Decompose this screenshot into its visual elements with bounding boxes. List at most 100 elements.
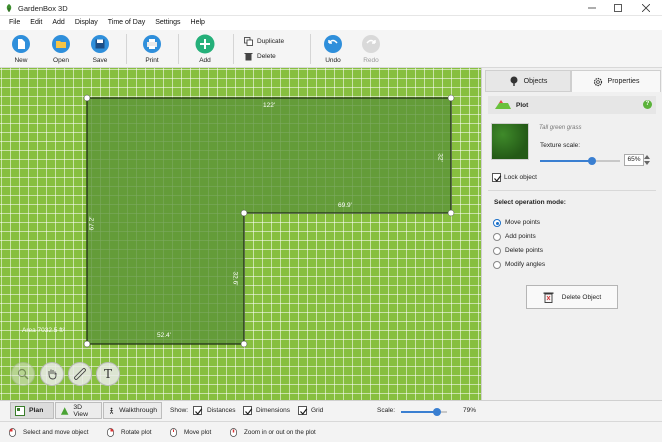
maximize-button[interactable]: [604, 0, 632, 16]
spin-up-icon[interactable]: [644, 154, 650, 159]
folder-icon: [52, 35, 70, 53]
plan-icon: [15, 405, 25, 416]
minimize-button[interactable]: [578, 0, 606, 16]
show-label: Show:: [170, 407, 189, 414]
open-button[interactable]: Open: [43, 32, 79, 66]
radio-label: Add points: [505, 233, 536, 240]
trash-icon: [244, 52, 253, 60]
distances-checkbox[interactable]: [193, 406, 203, 415]
close-icon: [642, 4, 650, 12]
menu-file[interactable]: File: [4, 16, 25, 30]
plot-shape[interactable]: [0, 68, 481, 400]
slider-thumb[interactable]: [433, 408, 442, 416]
plot-vertex-handle[interactable]: [447, 94, 455, 102]
app-logo-icon: [6, 4, 12, 12]
checkmark-icon: [195, 408, 203, 415]
close-button[interactable]: [632, 0, 660, 16]
texture-scale-slider[interactable]: [540, 157, 620, 165]
toolbar-separator: [233, 34, 234, 64]
add-icon: [195, 34, 215, 54]
window-title: GardenBox 3D: [18, 4, 68, 13]
text-tool-button[interactable]: T: [96, 362, 120, 386]
undo-button[interactable]: Undo: [315, 32, 351, 66]
menu-display[interactable]: Display: [70, 16, 103, 30]
properties-panel: Objects Properties Plot ? Tall green gra…: [481, 68, 662, 400]
ruler-tool-button[interactable]: [68, 362, 92, 386]
duplicate-button[interactable]: Duplicate: [244, 35, 284, 47]
mouse-wheel-icon: [230, 428, 237, 437]
slider-thumb[interactable]: [588, 157, 596, 165]
status-bar: Select and move object Rotate plot Move …: [0, 421, 662, 442]
hand-tool-button[interactable]: [40, 362, 64, 386]
checkmark-icon: [494, 175, 502, 182]
minimize-icon: [588, 7, 596, 9]
tab-properties[interactable]: Properties: [571, 70, 661, 92]
dimension-label: 69.9': [338, 202, 352, 209]
radio-label: Move points: [505, 219, 541, 226]
ruler-tool-icon: [74, 368, 86, 380]
tree-icon: [510, 76, 518, 86]
object-name: Plot: [516, 101, 529, 109]
status-hint-move: Move plot: [169, 428, 211, 437]
plot-vertex-handle[interactable]: [240, 209, 248, 217]
new-icon: [12, 35, 30, 53]
toolbar: New Open Save Print Add Duplicate Delete…: [0, 30, 662, 68]
duplicate-icon: [244, 36, 253, 46]
text-tool-icon: T: [103, 367, 112, 381]
operation-mode-title: Select operation mode:: [494, 199, 566, 206]
3d-view-icon: [60, 406, 69, 415]
view-bar: Plan 3D View Walkthrough Show: Distances…: [0, 400, 662, 420]
redo-button[interactable]: Redo: [353, 32, 389, 66]
tab-objects[interactable]: Objects: [485, 70, 571, 92]
mouse-middle-icon: [170, 428, 177, 437]
menu-time-of-day[interactable]: Time of Day: [103, 16, 150, 30]
plan-canvas[interactable]: 122' 32' 69.9' 67.2' 32.6' 52.4' Area 70…: [0, 68, 481, 400]
checkmark-icon: [300, 408, 308, 415]
texture-scale-input[interactable]: 65%: [624, 154, 644, 166]
radio-modify-angles[interactable]: [493, 261, 501, 269]
status-hint-rotate: Rotate plot: [106, 428, 151, 437]
help-icon[interactable]: ?: [643, 100, 652, 109]
zoom-tool-button[interactable]: [11, 362, 35, 386]
plot-vertex-handle[interactable]: [447, 209, 455, 217]
texture-thumbnail[interactable]: [491, 123, 529, 160]
plot-vertex-handle[interactable]: [83, 340, 91, 348]
walkthrough-button[interactable]: Walkthrough: [103, 402, 162, 419]
plot-vertex-handle[interactable]: [240, 340, 248, 348]
status-hint-zoom: Zoom in or out on the plot: [229, 428, 316, 437]
trash-icon: [543, 292, 554, 303]
divider: [488, 190, 656, 191]
save-icon: [91, 35, 109, 53]
checkmark-icon: [245, 408, 253, 415]
add-button[interactable]: Add: [187, 32, 223, 66]
plan-view-button[interactable]: Plan: [10, 402, 54, 419]
menu-edit[interactable]: Edit: [25, 16, 47, 30]
grid-checkbox[interactable]: [298, 406, 308, 415]
gear-icon: [593, 77, 602, 86]
menu-settings[interactable]: Settings: [150, 16, 185, 30]
object-header: Plot ?: [488, 96, 656, 114]
scale-slider[interactable]: [401, 408, 447, 416]
radio-add-points[interactable]: [493, 233, 501, 241]
plot-vertex-handle[interactable]: [83, 94, 91, 102]
print-button[interactable]: Print: [134, 32, 170, 66]
redo-icon: [362, 35, 380, 53]
spin-down-icon[interactable]: [644, 161, 650, 166]
radio-delete-points[interactable]: [493, 247, 501, 255]
dimension-label: 32': [436, 153, 444, 162]
save-button[interactable]: Save: [82, 32, 118, 66]
lock-object-checkbox[interactable]: [492, 173, 502, 182]
radio-move-points[interactable]: [493, 219, 501, 227]
delete-button[interactable]: Delete: [244, 50, 276, 62]
dimensions-label: Dimensions: [256, 407, 290, 414]
texture-scale-label: Texture scale:: [540, 142, 581, 149]
menu-help[interactable]: Help: [186, 16, 210, 30]
menu-bar: File Edit Add Display Time of Day Settin…: [0, 16, 662, 30]
texture-scale-spinner[interactable]: [644, 154, 650, 166]
delete-object-button[interactable]: Delete Object: [526, 285, 618, 309]
undo-icon: [324, 35, 342, 53]
dimensions-checkbox[interactable]: [243, 406, 253, 415]
3d-view-button[interactable]: 3D View: [55, 402, 102, 419]
menu-add[interactable]: Add: [47, 16, 69, 30]
new-button[interactable]: New: [3, 32, 39, 66]
